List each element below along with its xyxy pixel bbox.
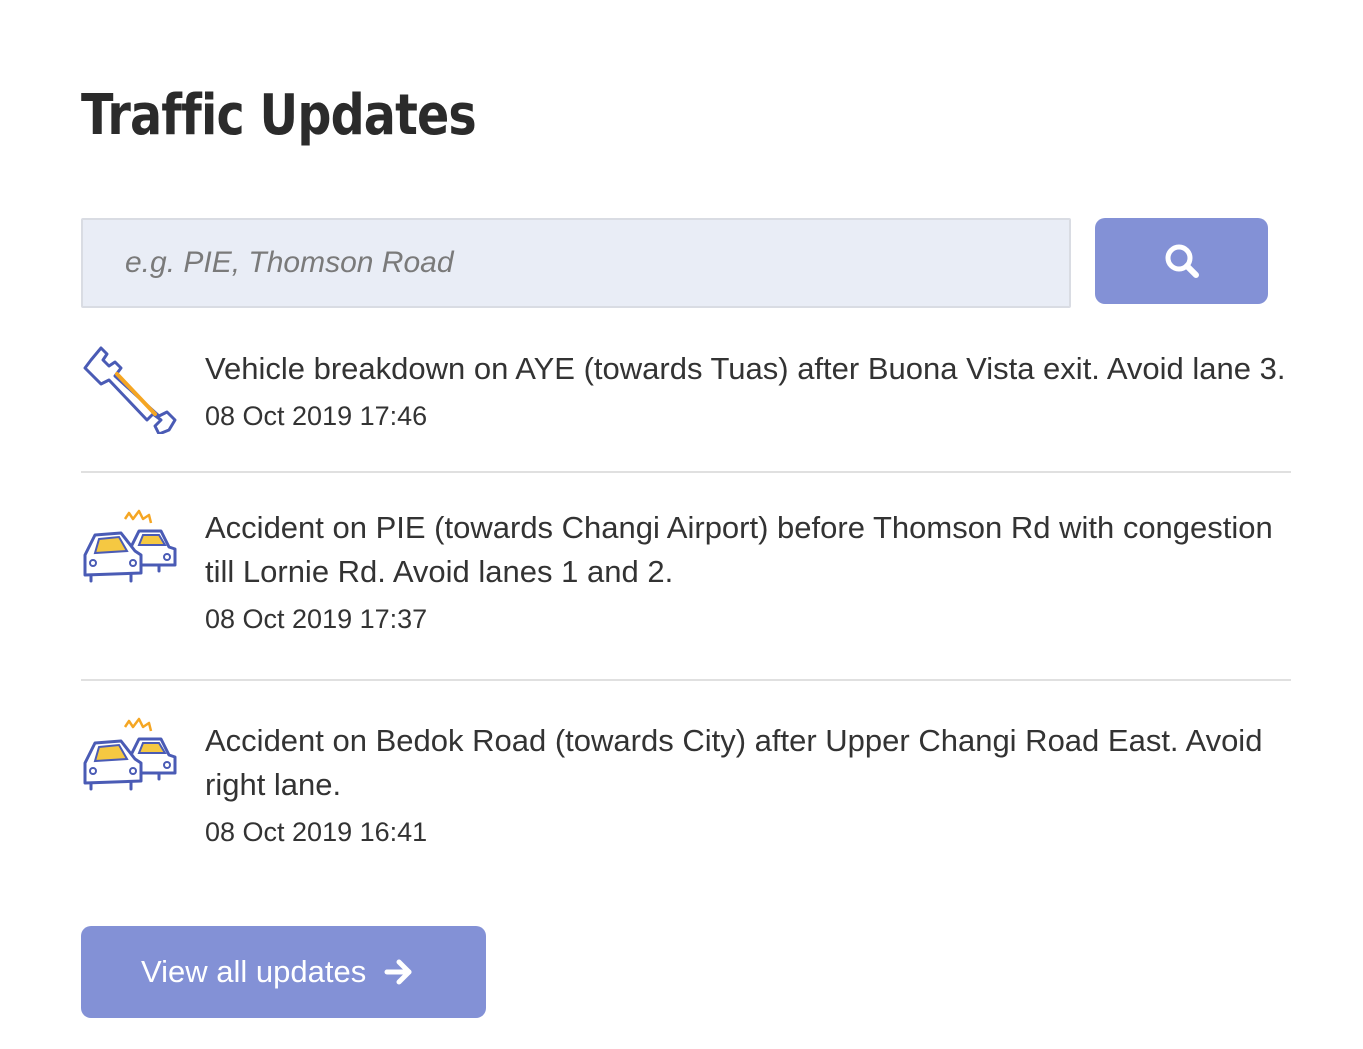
search-input[interactable] (81, 218, 1071, 308)
search-icon (1165, 244, 1199, 278)
update-item[interactable]: Accident on Bedok Road (towards City) af… (81, 681, 1291, 881)
update-time: 08 Oct 2019 17:46 (205, 401, 428, 431)
car-accident-icon (83, 509, 177, 583)
car-accident-icon (83, 717, 177, 791)
update-text: Accident on Bedok Road (towards City) af… (205, 723, 1263, 802)
wrench-icon (83, 346, 177, 434)
update-item[interactable]: Accident on PIE (towards Changi Airport)… (81, 473, 1291, 681)
update-time: 08 Oct 2019 16:41 (205, 817, 428, 847)
arrow-right-icon (384, 957, 414, 987)
view-all-label: View all updates (141, 954, 367, 989)
search-bar (81, 218, 1268, 308)
updates-list: Vehicle breakdown on AYE (towards Tuas) … (81, 330, 1291, 881)
update-time: 08 Oct 2019 17:37 (205, 604, 428, 634)
update-text: Accident on PIE (towards Changi Airport)… (205, 510, 1273, 589)
update-item[interactable]: Vehicle breakdown on AYE (towards Tuas) … (81, 330, 1291, 473)
view-all-updates-button[interactable]: View all updates (81, 926, 486, 1018)
update-text: Vehicle breakdown on AYE (towards Tuas) … (205, 351, 1286, 386)
search-button[interactable] (1095, 218, 1268, 304)
page-title: Traffic Updates (81, 83, 477, 148)
